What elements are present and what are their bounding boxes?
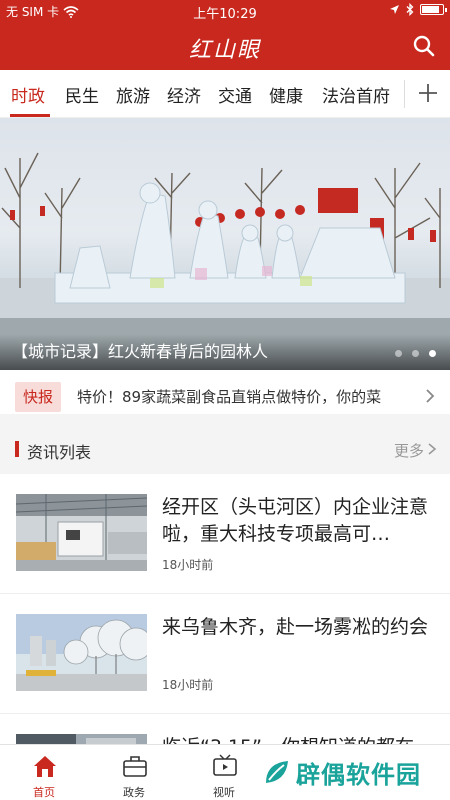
news-title[interactable]: 临近“3·15”，你想知道的都在 (162, 734, 434, 744)
chevron-right-icon[interactable] (424, 388, 436, 404)
more-link[interactable]: 更多 (394, 440, 424, 461)
banner-image (0, 152, 450, 370)
briefcase-icon (123, 756, 147, 777)
factory-image (16, 494, 147, 571)
carousel-dot-active[interactable] (429, 350, 436, 357)
chevron-right-icon[interactable] (427, 442, 437, 456)
category-tabs: 时政 民生 旅游 经济 交通 健康 法治首府 (0, 70, 450, 118)
battery-icon (420, 4, 447, 15)
news-title[interactable]: 来乌鲁木齐，赴一场雾凇的约会 (162, 614, 434, 641)
battery-level (422, 6, 440, 13)
carousel-dot[interactable] (412, 350, 419, 357)
nav-media[interactable]: 视听 (184, 745, 264, 800)
tab-minsheng[interactable]: 民生 (65, 82, 99, 107)
nav-media-label: 视听 (213, 786, 235, 799)
status-time: 上午10:29 (193, 7, 257, 22)
section-title: 资讯列表 (27, 443, 92, 462)
tab-jiankang[interactable]: 健康 (269, 82, 303, 107)
flash-badge: 快报 (15, 382, 61, 412)
tab-shizheng[interactable]: 时政 (11, 82, 45, 107)
market-image (16, 734, 147, 744)
tv-icon (213, 754, 237, 776)
app-title: 红山眼 (188, 38, 261, 63)
frost-trees-image (16, 614, 147, 691)
section-marker (15, 441, 19, 457)
tabs-divider (404, 80, 405, 108)
home-icon (34, 756, 56, 777)
watermark: 辟偶软件园 (262, 752, 421, 792)
tabs-fade (395, 74, 411, 114)
carousel-dot[interactable] (395, 350, 402, 357)
news-item[interactable]: 临近“3·15”，你想知道的都在 (0, 714, 450, 744)
tab-fazhi-shoufu[interactable]: 法治首府 (322, 82, 390, 107)
tab-lvyou[interactable]: 旅游 (116, 82, 150, 107)
top-header: 无 SIM 卡 上午10:29 红山眼 (0, 0, 450, 70)
tab-jiaotong[interactable]: 交通 (218, 82, 252, 107)
active-tab-indicator (10, 114, 50, 117)
tab-jingji[interactable]: 经济 (167, 82, 201, 107)
status-bar: 无 SIM 卡 上午10:29 (0, 0, 450, 22)
news-time: 18小时前 (162, 558, 214, 572)
flash-news[interactable]: 快报 特价！89家蔬菜副食品直销点做特价，你的菜 (0, 370, 450, 424)
nav-home[interactable]: 首页 (4, 745, 84, 800)
location-icon (390, 5, 399, 14)
news-item[interactable]: 来乌鲁木齐，赴一场雾凇的约会 18小时前 (0, 594, 450, 714)
search-icon[interactable] (412, 34, 436, 58)
bluetooth-icon (406, 3, 414, 16)
banner-caption[interactable]: 【城市记录】红火新春背后的园林人 (12, 338, 268, 362)
watermark-text: 辟偶软件园 (296, 760, 421, 789)
plus-icon[interactable] (414, 78, 442, 108)
nav-government-label: 政务 (123, 786, 145, 799)
carousel-dots (395, 350, 436, 357)
nav-home-label: 首页 (33, 786, 55, 799)
nav-government[interactable]: 政务 (94, 745, 174, 800)
news-time: 18小时前 (162, 678, 214, 692)
section-header: 资讯列表 更多 (0, 424, 450, 474)
flash-text[interactable]: 特价！89家蔬菜副食品直销点做特价，你的菜 (77, 386, 409, 407)
news-item[interactable]: 经开区（头屯河区）内企业注意啦，重大科技专项最高可… 18小时前 (0, 474, 450, 594)
leaf-logo-icon (266, 761, 288, 783)
nav-bar: 红山眼 (0, 22, 450, 70)
banner-carousel[interactable]: 【城市记录】红火新春背后的园林人 (0, 118, 450, 370)
news-title[interactable]: 经开区（头屯河区）内企业注意啦，重大科技专项最高可… (162, 494, 434, 548)
